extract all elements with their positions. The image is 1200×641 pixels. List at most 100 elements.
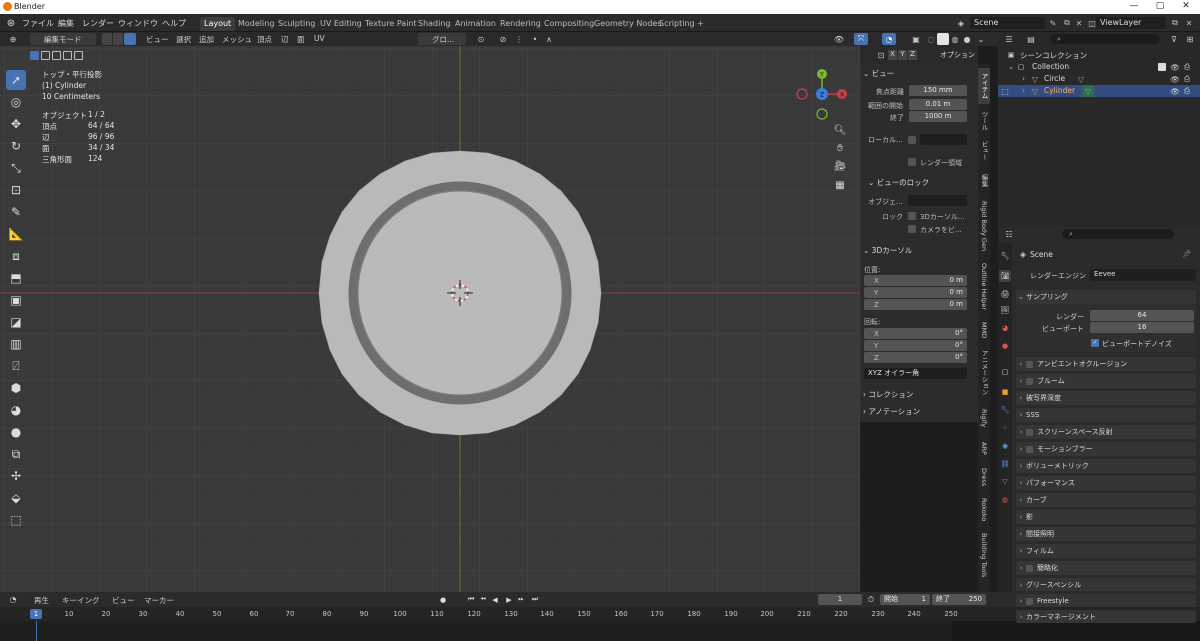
panel-shadows[interactable]: › 影: [1016, 510, 1196, 524]
tab-dress[interactable]: Dress: [978, 464, 990, 490]
options-dropdown[interactable]: オプション: [940, 50, 975, 60]
shrink-fatten-tool-icon[interactable]: ✢: [6, 466, 26, 486]
axis-lock-icon[interactable]: ⊡: [876, 49, 886, 61]
menu-timeline-view[interactable]: ビュー: [112, 595, 135, 606]
rot-z-field[interactable]: 0°: [864, 352, 967, 363]
scale-tool-icon[interactable]: ⤡: [6, 158, 26, 178]
solid-shading-button[interactable]: [937, 33, 949, 45]
outliner-row-circle[interactable]: › ▽ Circle ▽ 👁︎ ⎙: [998, 73, 1200, 85]
expand-arrow-icon[interactable]: ›: [1022, 86, 1025, 95]
lock-cursor-checkbox[interactable]: [908, 212, 916, 220]
panel-simplify[interactable]: › 簡略化: [1016, 561, 1196, 575]
ortho-grid-icon[interactable]: ▦: [833, 178, 847, 192]
tab-shading[interactable]: Shading: [414, 17, 455, 31]
filter-icon[interactable]: ⊽: [1168, 34, 1180, 44]
cursor-y-field[interactable]: 0 m: [864, 287, 967, 298]
annotate-tool-icon[interactable]: ✎: [6, 202, 26, 222]
inset-tool-icon[interactable]: ▣: [6, 290, 26, 310]
tab-uv-editing[interactable]: UV Editing: [316, 17, 366, 31]
object-tab-icon[interactable]: ■: [999, 386, 1011, 398]
edge-slide-tool-icon[interactable]: ⧉: [6, 444, 26, 464]
proportional-edit-icon[interactable]: •: [530, 33, 540, 45]
panel-bloom[interactable]: › ブルーム: [1016, 374, 1196, 388]
pivot-icon[interactable]: ⊙: [472, 33, 490, 45]
tab-mmd[interactable]: MMD: [978, 318, 990, 342]
motion-blur-checkbox[interactable]: [1026, 445, 1033, 453]
panel-sss[interactable]: › SSS: [1016, 408, 1196, 422]
bevel-tool-icon[interactable]: ◪: [6, 312, 26, 332]
axis-z-toggle[interactable]: Z: [908, 50, 917, 60]
render-region-checkbox[interactable]: [908, 158, 916, 166]
view-section-header[interactable]: ⌄ ビュー: [863, 68, 894, 82]
add-cube-tool-icon[interactable]: ⧈: [6, 246, 26, 266]
panel-film[interactable]: › フィルム: [1016, 544, 1196, 558]
menu-file[interactable]: ファイル: [22, 18, 54, 29]
menu-window[interactable]: ウィンドウ: [118, 18, 158, 29]
view-layer-selector[interactable]: ViewLayer: [1096, 17, 1166, 29]
tool-tab-icon[interactable]: 🔧︎: [999, 250, 1011, 262]
timeline-editor-icon[interactable]: ◔: [6, 594, 20, 605]
timeline-body[interactable]: [0, 621, 1200, 641]
scene-tab-icon[interactable]: ◕: [999, 322, 1011, 334]
viewport-samples-field[interactable]: 16: [1090, 322, 1194, 333]
properties-type-icon[interactable]: ☷: [1002, 229, 1016, 239]
properties-search-input[interactable]: [1062, 229, 1174, 239]
scene-icon[interactable]: ◈: [955, 18, 967, 28]
tab-building-tools[interactable]: Building Tools: [978, 530, 990, 580]
particles-tab-icon[interactable]: ⁘: [999, 422, 1011, 434]
playhead-line[interactable]: [36, 621, 37, 641]
material-shading-icon[interactable]: ◍: [950, 33, 960, 45]
next-key-icon[interactable]: ⏩︎: [516, 594, 526, 605]
freestyle-checkbox[interactable]: [1026, 597, 1033, 605]
material-tab-icon[interactable]: ◍: [999, 494, 1011, 506]
frame-start-field[interactable]: 開始 1: [880, 594, 930, 605]
smooth-tool-icon[interactable]: ●: [6, 422, 26, 442]
modifier-tab-icon[interactable]: 🔧︎: [999, 404, 1011, 416]
pan-hand-icon[interactable]: ✋︎: [833, 141, 847, 155]
loop-cut-tool-icon[interactable]: ▥: [6, 334, 26, 354]
menu-keying[interactable]: キーイング: [62, 595, 100, 606]
tab-rendering[interactable]: Rendering: [496, 17, 545, 31]
world-tab-icon[interactable]: ●: [999, 340, 1011, 352]
panel-freestyle[interactable]: › Freestyle: [1016, 594, 1196, 607]
tab-rigify[interactable]: Rigify: [978, 404, 990, 432]
tab-rokoko[interactable]: Rokoko: [978, 494, 990, 526]
panel-motion-blur[interactable]: › モーションブラー: [1016, 442, 1196, 456]
play-reverse-icon[interactable]: ◀: [490, 594, 500, 605]
panel-curves[interactable]: › カーブ: [1016, 493, 1196, 507]
tab-item[interactable]: アイテム: [978, 68, 990, 104]
outliner-display-icon[interactable]: ▤: [1024, 34, 1038, 44]
tab-rigid-body-gen[interactable]: Rigid Body Gen: [978, 196, 990, 256]
tab-animation[interactable]: Animation: [451, 17, 500, 31]
view-layer-tab-icon[interactable]: 🖼︎: [999, 304, 1011, 316]
cursor-tool-icon[interactable]: ◎: [6, 92, 26, 112]
tab-animation[interactable]: アニメーション: [978, 346, 990, 400]
menu-mesh[interactable]: メッシュ: [222, 34, 252, 45]
tab-edit[interactable]: 編集: [978, 168, 990, 192]
play-icon[interactable]: ▶: [504, 594, 514, 605]
lock-object-field[interactable]: [908, 195, 967, 206]
preview-range-icon[interactable]: ⏱︎: [866, 594, 876, 605]
wireframe-shading-icon[interactable]: ◌: [926, 33, 936, 45]
tab-arp[interactable]: ARP: [978, 436, 990, 460]
select-mode-extend-icon[interactable]: [41, 51, 50, 60]
physics-tab-icon[interactable]: ◉: [999, 440, 1011, 452]
collection-section-header[interactable]: › コレクション: [863, 389, 913, 403]
menu-marker[interactable]: マーカー: [144, 595, 174, 606]
expand-arrow-icon[interactable]: ⌄: [1008, 62, 1014, 71]
data-tab-icon[interactable]: ▽: [999, 476, 1011, 488]
output-tab-icon[interactable]: 🖨︎: [999, 288, 1011, 300]
constraints-tab-icon[interactable]: ⛓︎: [999, 458, 1011, 470]
rip-tool-icon[interactable]: ⬚: [6, 510, 26, 530]
bloom-checkbox[interactable]: [1026, 377, 1033, 385]
editor-type-icon[interactable]: ⊕: [6, 34, 20, 44]
menu-edge[interactable]: 辺: [281, 34, 289, 45]
close-button[interactable]: ✕: [1176, 1, 1196, 11]
measure-tool-icon[interactable]: 📐: [6, 224, 26, 244]
sampling-panel-header[interactable]: ⌄ サンプリング: [1016, 290, 1196, 304]
delete-scene-icon[interactable]: ✕: [1074, 17, 1084, 29]
frame-end-field[interactable]: 終了 250: [932, 594, 986, 605]
render-engine-dropdown[interactable]: Eevee: [1090, 269, 1196, 281]
remove-layer-icon[interactable]: ✕: [1184, 17, 1194, 29]
knife-tool-icon[interactable]: ⍁: [6, 356, 26, 376]
